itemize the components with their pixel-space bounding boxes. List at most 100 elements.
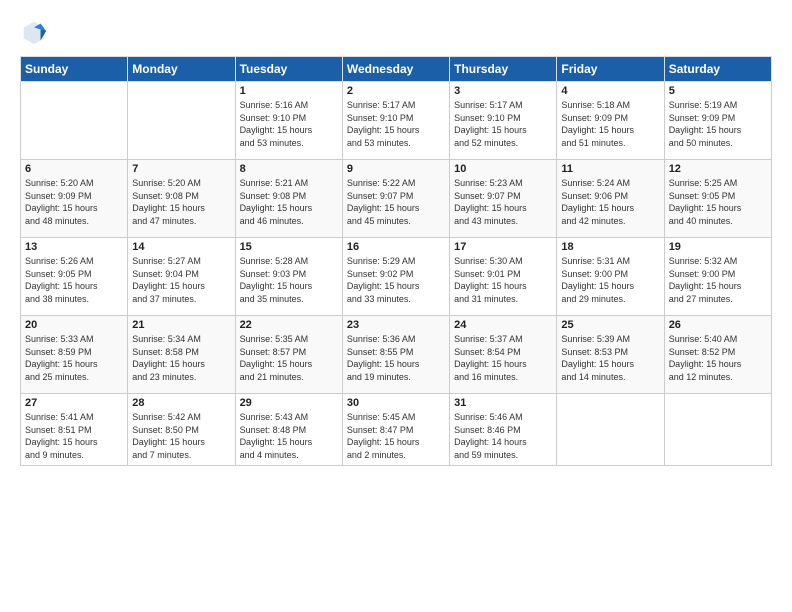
day-info: Sunrise: 5:26 AM Sunset: 9:05 PM Dayligh… bbox=[25, 255, 123, 305]
page: SundayMondayTuesdayWednesdayThursdayFrid… bbox=[0, 0, 792, 612]
day-number: 25 bbox=[561, 319, 659, 331]
day-info: Sunrise: 5:34 AM Sunset: 8:58 PM Dayligh… bbox=[132, 333, 230, 383]
calendar-header-wednesday: Wednesday bbox=[342, 57, 449, 82]
day-info: Sunrise: 5:21 AM Sunset: 9:08 PM Dayligh… bbox=[240, 177, 338, 227]
day-number: 23 bbox=[347, 319, 445, 331]
day-info: Sunrise: 5:42 AM Sunset: 8:50 PM Dayligh… bbox=[132, 411, 230, 461]
calendar-cell: 20 Sunrise: 5:33 AM Sunset: 8:59 PM Dayli… bbox=[21, 316, 128, 394]
day-info: Sunrise: 5:43 AM Sunset: 8:48 PM Dayligh… bbox=[240, 411, 338, 461]
header bbox=[20, 18, 772, 46]
day-info: Sunrise: 5:23 AM Sunset: 9:07 PM Dayligh… bbox=[454, 177, 552, 227]
calendar-cell: 15 Sunrise: 5:28 AM Sunset: 9:03 PM Dayli… bbox=[235, 238, 342, 316]
day-number: 7 bbox=[132, 163, 230, 175]
day-number: 21 bbox=[132, 319, 230, 331]
calendar-cell bbox=[664, 394, 771, 466]
calendar-cell: 31Sunrise: 5:46 AM Sunset: 8:46 PM Dayli… bbox=[450, 394, 557, 466]
calendar-cell: 2 Sunrise: 5:17 AM Sunset: 9:10 PM Daylig… bbox=[342, 82, 449, 160]
day-number: 28 bbox=[132, 397, 230, 409]
day-number: 4 bbox=[561, 85, 659, 97]
day-number: 1 bbox=[240, 85, 338, 97]
calendar-cell bbox=[128, 82, 235, 160]
calendar-cell: 18 Sunrise: 5:31 AM Sunset: 9:00 PM Dayli… bbox=[557, 238, 664, 316]
day-info: Sunrise: 5:16 AM Sunset: 9:10 PM Dayligh… bbox=[240, 99, 338, 149]
day-info: Sunrise: 5:46 AM Sunset: 8:46 PM Dayligh… bbox=[454, 411, 552, 461]
day-info: Sunrise: 5:28 AM Sunset: 9:03 PM Dayligh… bbox=[240, 255, 338, 305]
calendar-cell: 5Sunrise: 5:19 AM Sunset: 9:09 PM Daylig… bbox=[664, 82, 771, 160]
day-number: 10 bbox=[454, 163, 552, 175]
day-number: 5 bbox=[669, 85, 767, 97]
day-number: 6 bbox=[25, 163, 123, 175]
day-number: 20 bbox=[25, 319, 123, 331]
calendar-cell: 9 Sunrise: 5:22 AM Sunset: 9:07 PM Daylig… bbox=[342, 160, 449, 238]
calendar-week-row: 1 Sunrise: 5:16 AM Sunset: 9:10 PM Daylig… bbox=[21, 82, 772, 160]
day-info: Sunrise: 5:39 AM Sunset: 8:53 PM Dayligh… bbox=[561, 333, 659, 383]
day-number: 16 bbox=[347, 241, 445, 253]
calendar-cell: 28 Sunrise: 5:42 AM Sunset: 8:50 PM Dayli… bbox=[128, 394, 235, 466]
calendar-cell: 22 Sunrise: 5:35 AM Sunset: 8:57 PM Dayli… bbox=[235, 316, 342, 394]
calendar-cell: 12 Sunrise: 5:25 AM Sunset: 9:05 PM Dayli… bbox=[664, 160, 771, 238]
logo bbox=[20, 18, 52, 46]
calendar-cell: 19 Sunrise: 5:32 AM Sunset: 9:00 PM Dayli… bbox=[664, 238, 771, 316]
calendar-cell: 23 Sunrise: 5:36 AM Sunset: 8:55 PM Dayli… bbox=[342, 316, 449, 394]
calendar-cell bbox=[557, 394, 664, 466]
calendar-header-friday: Friday bbox=[557, 57, 664, 82]
day-info: Sunrise: 5:35 AM Sunset: 8:57 PM Dayligh… bbox=[240, 333, 338, 383]
calendar-cell: 6 Sunrise: 5:20 AM Sunset: 9:09 PM Daylig… bbox=[21, 160, 128, 238]
calendar-cell: 25 Sunrise: 5:39 AM Sunset: 8:53 PM Dayli… bbox=[557, 316, 664, 394]
day-number: 2 bbox=[347, 85, 445, 97]
calendar-header-row: SundayMondayTuesdayWednesdayThursdayFrid… bbox=[21, 57, 772, 82]
day-number: 14 bbox=[132, 241, 230, 253]
calendar-cell: 14 Sunrise: 5:27 AM Sunset: 9:04 PM Dayli… bbox=[128, 238, 235, 316]
day-number: 3 bbox=[454, 85, 552, 97]
day-info: Sunrise: 5:33 AM Sunset: 8:59 PM Dayligh… bbox=[25, 333, 123, 383]
calendar-cell: 21 Sunrise: 5:34 AM Sunset: 8:58 PM Dayli… bbox=[128, 316, 235, 394]
calendar-cell: 17Sunrise: 5:30 AM Sunset: 9:01 PM Dayli… bbox=[450, 238, 557, 316]
day-info: Sunrise: 5:27 AM Sunset: 9:04 PM Dayligh… bbox=[132, 255, 230, 305]
day-number: 24 bbox=[454, 319, 552, 331]
calendar-cell: 16 Sunrise: 5:29 AM Sunset: 9:02 PM Dayli… bbox=[342, 238, 449, 316]
calendar-cell: 30Sunrise: 5:45 AM Sunset: 8:47 PM Dayli… bbox=[342, 394, 449, 466]
calendar-cell bbox=[21, 82, 128, 160]
day-info: Sunrise: 5:17 AM Sunset: 9:10 PM Dayligh… bbox=[454, 99, 552, 149]
day-number: 15 bbox=[240, 241, 338, 253]
day-number: 8 bbox=[240, 163, 338, 175]
day-number: 9 bbox=[347, 163, 445, 175]
day-info: Sunrise: 5:20 AM Sunset: 9:08 PM Dayligh… bbox=[132, 177, 230, 227]
calendar-header-saturday: Saturday bbox=[664, 57, 771, 82]
day-info: Sunrise: 5:41 AM Sunset: 8:51 PM Dayligh… bbox=[25, 411, 123, 461]
calendar-header-monday: Monday bbox=[128, 57, 235, 82]
calendar-table: SundayMondayTuesdayWednesdayThursdayFrid… bbox=[20, 56, 772, 466]
calendar-cell: 10 Sunrise: 5:23 AM Sunset: 9:07 PM Dayli… bbox=[450, 160, 557, 238]
day-number: 18 bbox=[561, 241, 659, 253]
calendar-cell: 27Sunrise: 5:41 AM Sunset: 8:51 PM Dayli… bbox=[21, 394, 128, 466]
day-info: Sunrise: 5:40 AM Sunset: 8:52 PM Dayligh… bbox=[669, 333, 767, 383]
day-info: Sunrise: 5:25 AM Sunset: 9:05 PM Dayligh… bbox=[669, 177, 767, 227]
logo-icon bbox=[20, 18, 48, 46]
day-number: 12 bbox=[669, 163, 767, 175]
calendar-cell: 26 Sunrise: 5:40 AM Sunset: 8:52 PM Dayli… bbox=[664, 316, 771, 394]
day-info: Sunrise: 5:20 AM Sunset: 9:09 PM Dayligh… bbox=[25, 177, 123, 227]
day-info: Sunrise: 5:29 AM Sunset: 9:02 PM Dayligh… bbox=[347, 255, 445, 305]
day-info: Sunrise: 5:31 AM Sunset: 9:00 PM Dayligh… bbox=[561, 255, 659, 305]
day-number: 29 bbox=[240, 397, 338, 409]
calendar-cell: 24Sunrise: 5:37 AM Sunset: 8:54 PM Dayli… bbox=[450, 316, 557, 394]
calendar-header-tuesday: Tuesday bbox=[235, 57, 342, 82]
day-info: Sunrise: 5:32 AM Sunset: 9:00 PM Dayligh… bbox=[669, 255, 767, 305]
day-info: Sunrise: 5:36 AM Sunset: 8:55 PM Dayligh… bbox=[347, 333, 445, 383]
day-number: 26 bbox=[669, 319, 767, 331]
day-info: Sunrise: 5:17 AM Sunset: 9:10 PM Dayligh… bbox=[347, 99, 445, 149]
calendar-header-thursday: Thursday bbox=[450, 57, 557, 82]
calendar-week-row: 13 Sunrise: 5:26 AM Sunset: 9:05 PM Dayli… bbox=[21, 238, 772, 316]
day-info: Sunrise: 5:18 AM Sunset: 9:09 PM Dayligh… bbox=[561, 99, 659, 149]
day-number: 19 bbox=[669, 241, 767, 253]
day-info: Sunrise: 5:30 AM Sunset: 9:01 PM Dayligh… bbox=[454, 255, 552, 305]
calendar-cell: 8 Sunrise: 5:21 AM Sunset: 9:08 PM Daylig… bbox=[235, 160, 342, 238]
calendar-cell: 4 Sunrise: 5:18 AM Sunset: 9:09 PM Daylig… bbox=[557, 82, 664, 160]
calendar-cell: 7 Sunrise: 5:20 AM Sunset: 9:08 PM Daylig… bbox=[128, 160, 235, 238]
day-number: 22 bbox=[240, 319, 338, 331]
calendar-cell: 13 Sunrise: 5:26 AM Sunset: 9:05 PM Dayli… bbox=[21, 238, 128, 316]
day-number: 13 bbox=[25, 241, 123, 253]
day-info: Sunrise: 5:22 AM Sunset: 9:07 PM Dayligh… bbox=[347, 177, 445, 227]
calendar-week-row: 20 Sunrise: 5:33 AM Sunset: 8:59 PM Dayli… bbox=[21, 316, 772, 394]
calendar-cell: 1 Sunrise: 5:16 AM Sunset: 9:10 PM Daylig… bbox=[235, 82, 342, 160]
